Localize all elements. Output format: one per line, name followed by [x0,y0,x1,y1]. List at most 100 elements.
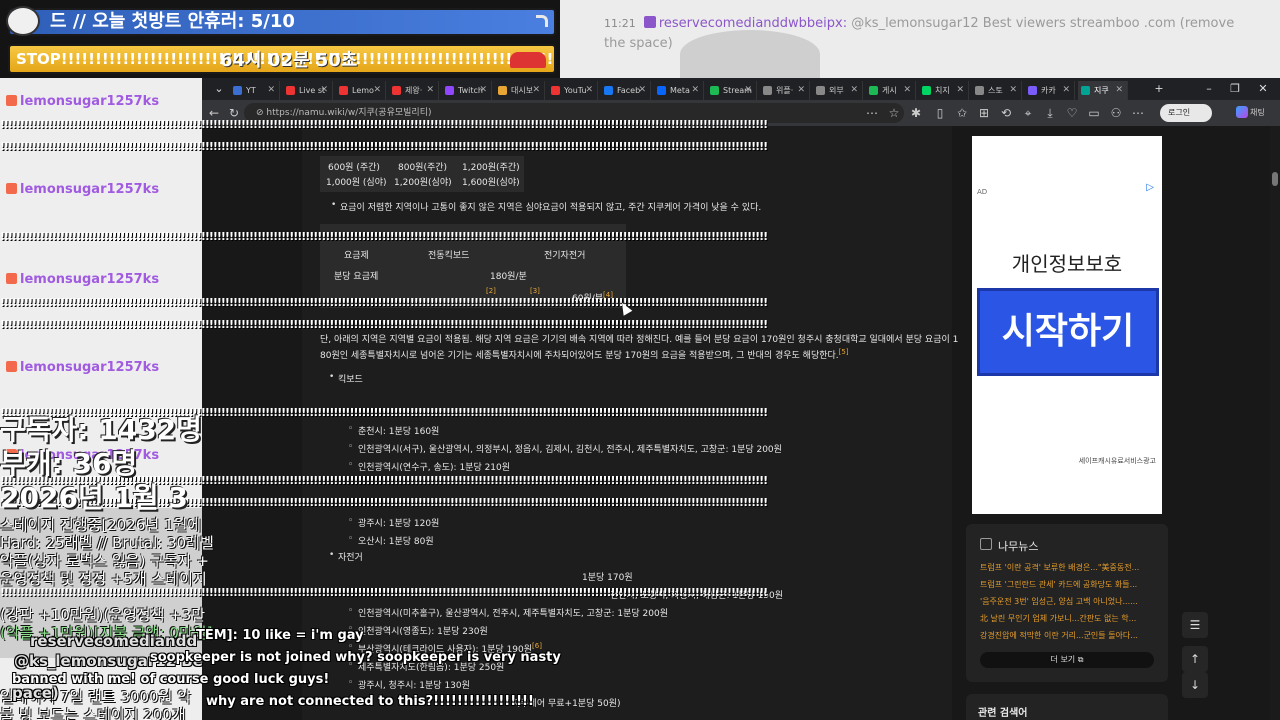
close-window-button[interactable]: ✕ [1250,78,1276,100]
news-item[interactable]: 北 날린 무인기 업체 가보니...간판도 없는 학... [980,613,1160,624]
tab-favicon-icon [498,86,507,95]
tab-close-icon[interactable]: ✕ [797,81,805,100]
table-cell: 180원/분 [490,272,527,282]
news-item[interactable]: 강경진압에 적막한 이란 거리...군인들 돌아다... [980,630,1160,641]
scroll-up-icon[interactable]: ↑ [1182,646,1208,672]
tab-label: YouTu [564,86,587,95]
browser-tab[interactable]: 지쿠 ✕ [1078,81,1128,100]
loading-arc-icon [536,15,548,27]
related-title: 관련 검색어 [978,708,1028,719]
restore-button[interactable]: ❐ [1222,78,1248,100]
paragraph-line: 단, 아래의 지역은 지역별 요금이 적용됨. 해당 지역 요금은 기기의 배속… [320,335,959,345]
toc-icon[interactable]: ☰ [1182,612,1208,638]
tab-favicon-icon [1081,86,1090,95]
browser-tab[interactable]: Meta ✕ [654,81,704,100]
browser-tab[interactable]: 치지 ✕ [919,81,969,100]
tab-close-icon[interactable]: ✕ [532,81,540,100]
tab-close-icon[interactable]: ✕ [1062,81,1070,100]
tab-favicon-icon [922,86,931,95]
chat-user-row: lemonsugar1257ks [6,182,159,197]
ad-tag: AD [977,188,988,196]
date-label: 2026년 1월 3 [0,481,188,514]
workspaces-icon[interactable]: ⚇ [1108,105,1124,121]
browser-tab[interactable]: YT ✕ [230,81,280,100]
browser-tab[interactable]: Stream ✕ [707,81,757,100]
tab-favicon-icon [286,86,295,95]
browser-tab[interactable]: Live st ✕ [283,81,333,100]
list-item: 인천광역시(영종도): 1분당 230원 [348,624,488,637]
tab-favicon-icon [816,86,825,95]
list-item: 오산시: 1분당 80원 [348,534,434,547]
news-item[interactable]: '음주운전 3번' 임성근, 양심 고백 아니었나...... [980,596,1160,607]
price-cell: 600원 (주간) [328,163,380,173]
browser-tab[interactable]: 외부 ✕ [813,81,863,100]
afreeca-icon [6,273,17,284]
tab-close-icon[interactable]: ✕ [479,81,487,100]
browser-tab[interactable]: Lemo ✕ [336,81,386,100]
tab-close-icon[interactable]: ✕ [638,81,646,100]
tab-close-icon[interactable]: ✕ [373,81,381,100]
browser-tab[interactable]: Faceb ✕ [601,81,651,100]
footnote-link[interactable]: [5] [839,348,849,356]
overlay-chat-line: soopkeeper is not joined why? soopkeeper… [150,650,561,665]
tab-close-icon[interactable]: ✕ [267,81,275,100]
chat-user-row: lemonsugar1257ks [6,94,159,109]
tab-favicon-icon [763,86,772,95]
browser-tab[interactable]: 위플· ✕ [760,81,810,100]
tab-close-icon[interactable]: ✕ [903,81,911,100]
browser-window: ⌄ YT ✕ Live st ✕ Lemo ✕ 제왕· ✕ Twitch ✕ 대시보 ✕ YouTu ✕ F… [202,78,1280,720]
news-item[interactable]: 트럼프 '이란 공격' 보류한 배경은..."美중동전... [980,562,1160,573]
more-menu-icon[interactable]: ⋯ [1130,105,1146,121]
tab-favicon-icon [233,86,242,95]
browser-tab[interactable]: 스토 ✕ [972,81,1022,100]
tab-close-icon[interactable]: ✕ [426,81,434,100]
overlay-chat-line: pace) [12,684,59,702]
tab-close-icon[interactable]: ✕ [744,81,752,100]
section-heading: 자전거 [329,550,363,563]
tab-favicon-icon [551,86,560,95]
tab-close-icon[interactable]: ✕ [691,81,699,100]
browser-tab[interactable]: 제왕· ✕ [389,81,439,100]
copilot-button[interactable]: 채팅 [1236,104,1276,122]
tab-favicon-icon [710,86,719,95]
price-cell: 1,200원(심야) [394,178,452,188]
wallet-icon[interactable]: ▭ [1086,105,1102,121]
tab-menu-icon[interactable]: ⌄ [206,78,232,100]
adchoices-icon[interactable]: ▷ [1146,182,1154,193]
page-scrollbar[interactable] [1270,126,1280,720]
footnote-link[interactable]: [6] [532,642,542,650]
url-text: https://namu.wiki/w/지쿠(공유모빌리티) [266,108,432,118]
tab-favicon-icon [339,86,348,95]
new-tab-button[interactable]: + [1146,78,1172,100]
browser-tab[interactable]: Twitch ✕ [442,81,492,100]
tab-close-icon[interactable]: ✕ [850,81,858,100]
tab-label: Lemo [352,86,374,95]
scroll-down-icon[interactable]: ↓ [1182,672,1208,698]
tab-close-icon[interactable]: ✕ [585,81,593,100]
price-cell: 1,000원 (심야) [326,178,387,188]
tab-close-icon[interactable]: ✕ [956,81,964,100]
browser-tab[interactable]: 게시 ✕ [866,81,916,100]
afreeca-icon [6,361,17,372]
newspaper-icon [980,538,992,550]
related-search-panel: 관련 검색어 [966,694,1168,720]
tab-close-icon[interactable]: ✕ [1115,81,1123,100]
car-icon [510,52,546,68]
browser-tab[interactable]: 대시보 ✕ [495,81,545,100]
twitch-icon [643,16,656,28]
login-button[interactable]: 로그인 [1160,104,1212,122]
browser-tab[interactable]: YouTu ✕ [548,81,598,100]
more-news-button[interactable]: 더 보기 ⧉ [980,652,1154,668]
browser-tab[interactable]: 카카 ✕ [1025,81,1075,100]
countdown-timer: 64시 02분 50초 [220,50,358,71]
tab-label: 위플· [776,86,794,95]
scrollbar-thumb[interactable] [1272,172,1278,186]
chat-time: 11:21 [604,17,636,30]
tab-label: 지쿠 [1094,86,1109,95]
list-item: 춘천시: 1분당 160원 [348,424,439,437]
minimize-button[interactable]: – [1196,78,1222,100]
tab-favicon-icon [1028,86,1037,95]
lock-icon: ⊘ [256,108,267,118]
tab-close-icon[interactable]: ✕ [1009,81,1017,100]
tab-close-icon[interactable]: ✕ [320,81,328,100]
